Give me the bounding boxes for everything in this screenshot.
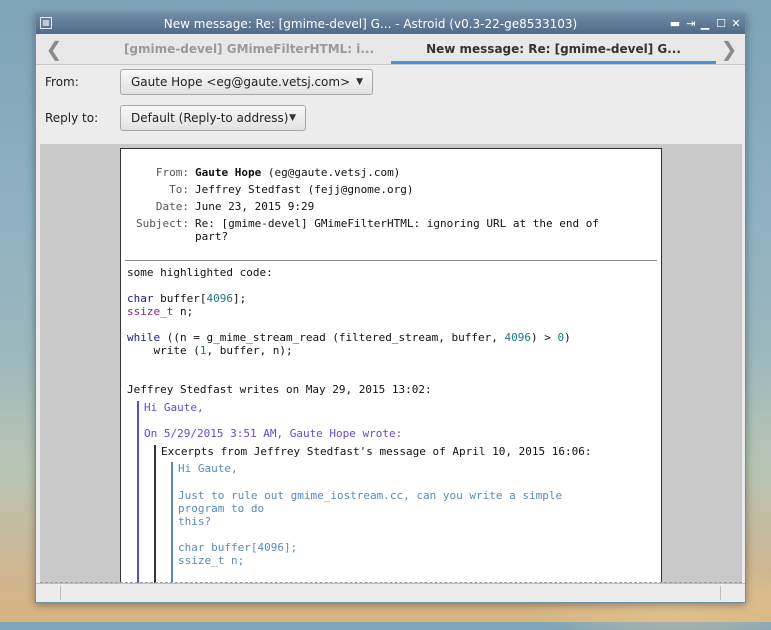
reply-attribution: Jeffrey Stedfast writes on May 29, 2015 … (127, 383, 432, 396)
status-bar (36, 583, 745, 602)
code-line: write (1, buffer, n); (127, 344, 293, 357)
quote-line: program to do (178, 502, 265, 515)
quote-line: Hi Gaute, (178, 462, 238, 475)
code-line: char buffer[4096]; (127, 292, 247, 305)
chevron-down-icon: ▼ (356, 77, 363, 87)
quote-line: Just to rule out gmime_iostream.cc, can … (178, 489, 563, 502)
window-titlebar[interactable]: ▦ New message: Re: [gmime-devel] G... - … (36, 14, 745, 34)
status-divider (720, 586, 721, 600)
from-select-value: Gaute Hope <eg@gaute.vetsj.com> (131, 75, 351, 89)
quote-line: On 5/29/2015 3:51 AM, Gaute Hope wrote: (144, 427, 403, 440)
code-line: while ((n = g_mime_stream_read (filtered… (127, 331, 571, 344)
header-from: From: Gaute Hope (eg@gaute.vetsj.com) (155, 166, 401, 179)
replyto-label: Reply to: (45, 111, 99, 125)
chevron-down-icon: ▼ (289, 113, 296, 123)
tab-bar: ❮ [gmime-devel] GMimeFilterHTML: i... Ne… (36, 34, 745, 65)
quote-line: Hi Gaute, (144, 401, 204, 414)
quote-bar-level2 (154, 445, 156, 584)
message-page: From: Gaute Hope (eg@gaute.vetsj.com) To… (120, 148, 662, 584)
from-address: (eg@gaute.vetsj.com) (261, 166, 401, 179)
astroid-window: ▦ New message: Re: [gmime-devel] G... - … (35, 13, 746, 603)
code-line: ssize_t n; (127, 305, 194, 318)
replyto-select[interactable]: Default (Reply-to address) ▼ (120, 105, 306, 131)
minimize-icon[interactable]: ▁ (697, 14, 713, 34)
quote-line: ssize_t n; (178, 554, 245, 567)
tab-prev-icon[interactable]: ❮ (44, 38, 64, 60)
from-name: Gaute Hope (195, 166, 262, 179)
from-label: From: (45, 75, 79, 89)
shade-icon[interactable]: ▬ (667, 14, 683, 34)
header-to: To: Jeffrey Stedfast (fejj@gnome.org) (169, 183, 414, 196)
header-divider (125, 260, 657, 261)
header-date: Date: June 23, 2015 9:29 (155, 200, 315, 213)
window-title: New message: Re: [gmime-devel] G... - As… (163, 17, 578, 31)
quote-line: Excerpts from Jeffrey Stedfast's message… (161, 445, 592, 458)
tab-next-icon[interactable]: ❯ (719, 38, 739, 60)
header-subject: Subject: Re: [gmime-devel] GMimeFilterHT… (136, 217, 599, 230)
header-subject-cont: part? (195, 230, 229, 243)
close-icon[interactable]: ✕ (728, 14, 744, 34)
message-preview[interactable]: From: Gaute Hope (eg@gaute.vetsj.com) To… (40, 144, 742, 584)
quote-bar-level1 (137, 401, 139, 584)
quote-bar-level3 (171, 462, 173, 584)
body-intro: some highlighted code: (127, 266, 273, 279)
status-divider (60, 586, 61, 600)
replyto-select-value: Default (Reply-to address) (131, 111, 289, 125)
maximize-icon[interactable]: ☐ (713, 14, 729, 34)
tab-thread-view[interactable]: [gmime-devel] GMimeFilterHTML: i... (84, 34, 414, 64)
window-menu-icon[interactable]: ▦ (40, 17, 52, 29)
quote-line: char buffer[4096]; (178, 541, 298, 554)
from-select[interactable]: Gaute Hope <eg@gaute.vetsj.com> ▼ (120, 69, 373, 95)
quote-line: this? (178, 515, 212, 528)
tab-new-message[interactable]: New message: Re: [gmime-devel] G... (391, 34, 716, 64)
